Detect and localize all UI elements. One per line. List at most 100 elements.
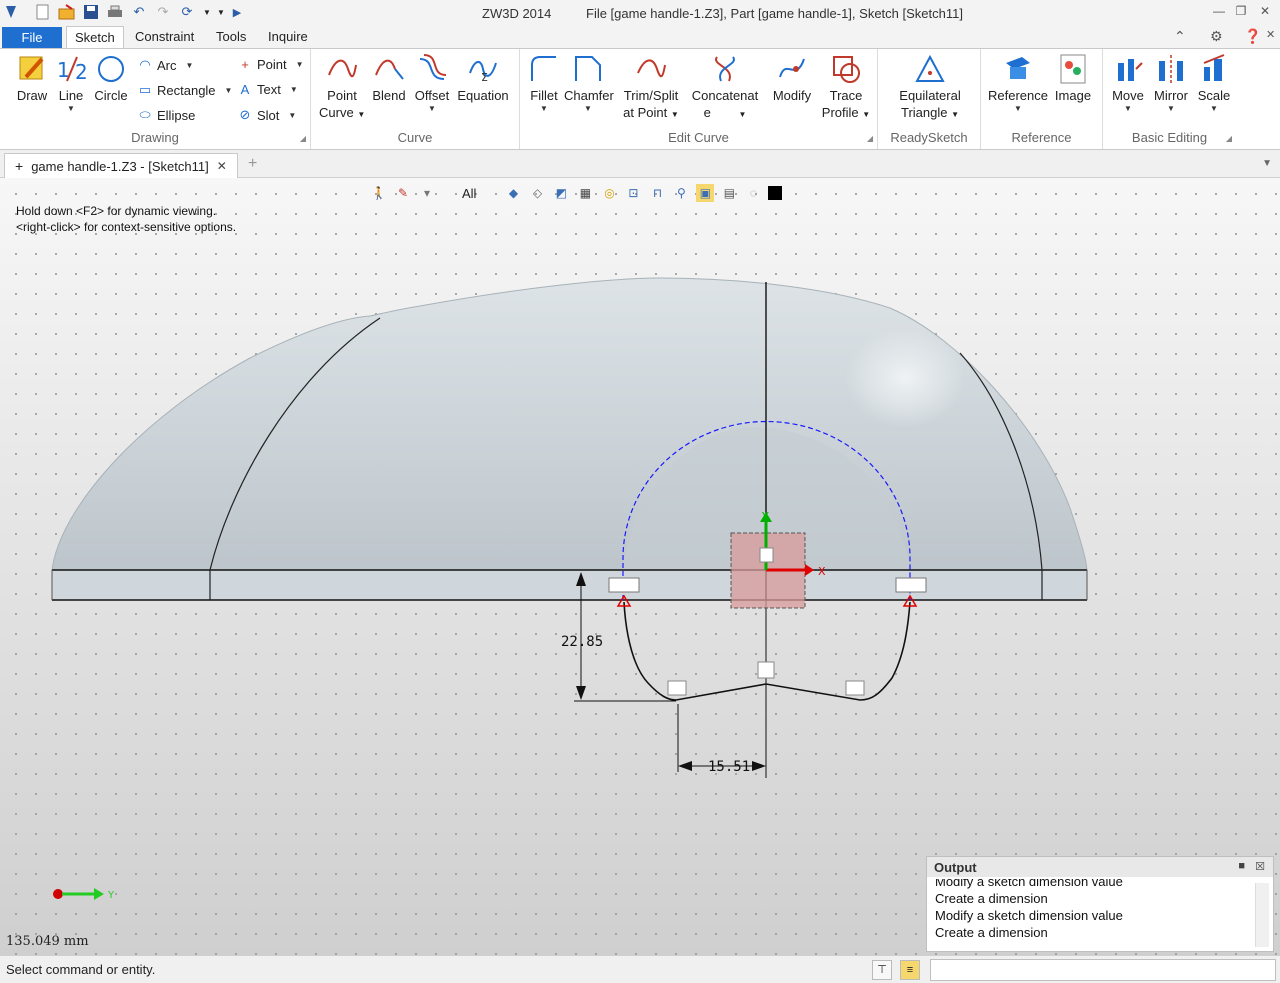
render-icon[interactable]: ◎	[600, 184, 618, 202]
dimension-horizontal[interactable]: 15.51	[708, 759, 750, 775]
tab-tools[interactable]: Tools	[208, 26, 254, 48]
slot-button[interactable]: ⊘ Slot ▼	[238, 107, 297, 123]
gear-icon[interactable]: ⚙	[1210, 28, 1223, 45]
filter-icon[interactable]: ▾	[418, 184, 436, 202]
restore-icon[interactable]: ❐	[1232, 4, 1250, 20]
fillet-dropdown-icon[interactable]: ▼	[526, 104, 562, 114]
mirror-button[interactable]: Mirror ▼	[1149, 53, 1193, 114]
group-launcher-icon[interactable]: ◢	[867, 134, 873, 143]
image-button[interactable]: Image	[1051, 53, 1095, 104]
offset-dropdown-icon[interactable]: ▼	[411, 104, 453, 114]
refresh-icon[interactable]: ⟳	[178, 3, 196, 21]
chevron-down-icon[interactable]: ▼	[290, 85, 298, 94]
print-icon[interactable]	[106, 3, 124, 21]
mirror-dropdown-icon[interactable]: ▼	[1149, 104, 1193, 114]
chevron-down-icon[interactable]: ▼	[288, 111, 296, 120]
dimension-vertical[interactable]: 22.85	[561, 634, 603, 650]
open-file-icon[interactable]	[58, 3, 76, 21]
tab-file[interactable]: File	[2, 27, 62, 48]
point-button[interactable]: + Point ▼	[238, 57, 304, 72]
draw-button[interactable]: Draw	[10, 53, 54, 104]
rectangle-button[interactable]: ▭ Rectangle ▼	[138, 82, 233, 98]
sketch-profile[interactable]	[623, 601, 911, 701]
background-icon[interactable]: ▤	[720, 184, 738, 202]
ribbon-close-icon[interactable]: ✕	[1266, 28, 1275, 41]
command-input[interactable]	[930, 959, 1276, 981]
equal-constraint-icon[interactable]	[667, 680, 687, 696]
part-body[interactable]	[51, 277, 1088, 601]
minimize-icon[interactable]: —	[1210, 4, 1228, 20]
shaded-view-icon[interactable]: ◆	[504, 184, 522, 202]
chevron-down-icon[interactable]: ▼	[296, 60, 304, 69]
chamfer-dropdown-icon[interactable]: ▼	[564, 104, 612, 114]
light-icon[interactable]: ⚲	[672, 184, 690, 202]
filter-selector[interactable]: All	[442, 186, 498, 201]
document-tab[interactable]: + game handle-1.Z3 - [Sketch11] ✕	[4, 153, 238, 178]
arc-button[interactable]: ◠ Arc ▼	[138, 57, 193, 73]
wireframe-view-icon[interactable]: ◇	[528, 184, 546, 202]
chevron-down-icon[interactable]: ▼	[186, 61, 194, 70]
constraint-marker-left[interactable]	[608, 577, 640, 593]
grid-icon[interactable]: ▦	[576, 184, 594, 202]
constraint-marker-origin[interactable]	[759, 547, 774, 563]
new-file-icon[interactable]	[34, 3, 52, 21]
chamfer-button[interactable]: Chamfer ▼	[564, 53, 614, 114]
reference-button[interactable]: Reference ▼	[987, 53, 1049, 114]
text-button[interactable]: A Text ▼	[238, 82, 298, 97]
line-button[interactable]: 12 Line ▼	[52, 53, 90, 114]
offset-button[interactable]: Offset ▼	[411, 53, 453, 114]
trace-profile-button[interactable]: Trace Profile ▼	[820, 53, 872, 123]
tab-menu-icon[interactable]: ▼	[1262, 158, 1272, 169]
section-view-icon[interactable]: ⊓	[648, 184, 666, 202]
scale-dropdown-icon[interactable]: ▼	[1195, 104, 1233, 114]
blend-button[interactable]: Blend	[369, 53, 409, 104]
view-orientation-icon[interactable]: ◩	[552, 184, 570, 202]
lasso-icon[interactable]: ◌	[744, 184, 762, 202]
eraser-icon[interactable]: ✎	[394, 184, 412, 202]
move-dropdown-icon[interactable]: ▼	[1109, 104, 1147, 114]
symmetry-constraint-icon[interactable]	[757, 661, 775, 679]
status-toggle-icon[interactable]: ⊤	[872, 960, 892, 980]
scale-button[interactable]: Scale ▼	[1195, 53, 1233, 114]
tab-inquire[interactable]: Inquire	[260, 26, 316, 48]
zoom-fit-icon[interactable]: ⊡	[624, 184, 642, 202]
modify-button[interactable]: Modify	[766, 53, 818, 104]
fillet-button[interactable]: Fillet ▼	[526, 53, 562, 114]
collapse-ribbon-icon[interactable]: ⌃	[1174, 28, 1186, 45]
point-curve-button[interactable]: Point Curve ▼	[319, 53, 365, 123]
help-icon[interactable]: ❓	[1244, 28, 1261, 45]
move-button[interactable]: Move ▼	[1109, 53, 1147, 114]
equal-constraint-icon[interactable]	[845, 680, 865, 696]
exit-sketch-icon[interactable]: 🚶	[370, 184, 388, 202]
color-swatch[interactable]	[768, 186, 783, 200]
group-launcher-icon[interactable]: ◢	[300, 134, 306, 143]
ellipse-button[interactable]: ⬭ Ellipse	[138, 107, 195, 123]
equation-button[interactable]: Σ Equation	[455, 53, 511, 104]
equilateral-triangle-button[interactable]: Equilateral Triangle ▼	[888, 53, 972, 123]
display-toggle-icon[interactable]: ▣	[696, 184, 715, 202]
redo-icon[interactable]: ↷	[154, 3, 172, 21]
group-launcher-icon[interactable]: ◢	[1226, 134, 1232, 143]
close-tab-icon[interactable]: ✕	[217, 159, 227, 173]
undo-icon[interactable]: ↶	[130, 3, 148, 21]
constraint-marker-right[interactable]	[895, 577, 927, 593]
app-logo-icon[interactable]	[2, 3, 20, 21]
output-scrollbar[interactable]	[1255, 883, 1269, 947]
tab-constraint[interactable]: Constraint	[127, 26, 202, 48]
reference-dropdown-icon[interactable]: ▼	[987, 104, 1049, 114]
circle-button[interactable]: Circle	[92, 53, 130, 104]
graphics-viewport[interactable]: X Y 22.85 15.51 Y 🚶 ✎ ▾ All ◆ ◇ ◩ ▦ ◎ ⊡ …	[0, 178, 1280, 955]
close-panel-icon[interactable]: ☒	[1255, 860, 1265, 873]
save-icon[interactable]	[82, 3, 100, 21]
new-tab-icon[interactable]: +	[248, 155, 257, 173]
close-icon[interactable]: ✕	[1256, 4, 1274, 20]
play-icon[interactable]: ▶	[228, 3, 246, 21]
dock-icon[interactable]: ■	[1238, 860, 1245, 872]
trim-split-button[interactable]: Trim/Split at Point ▼	[618, 53, 684, 123]
line-dropdown-icon[interactable]: ▼	[52, 104, 90, 114]
command-list-icon[interactable]: ≡	[900, 960, 920, 980]
sketch-scene[interactable]: X Y 22.85 15.51 Y	[0, 178, 1280, 955]
chevron-down-icon[interactable]: ▼	[225, 86, 233, 95]
tab-sketch[interactable]: Sketch	[66, 26, 124, 48]
concatenate-button[interactable]: Concatenat e ▼	[688, 53, 762, 123]
